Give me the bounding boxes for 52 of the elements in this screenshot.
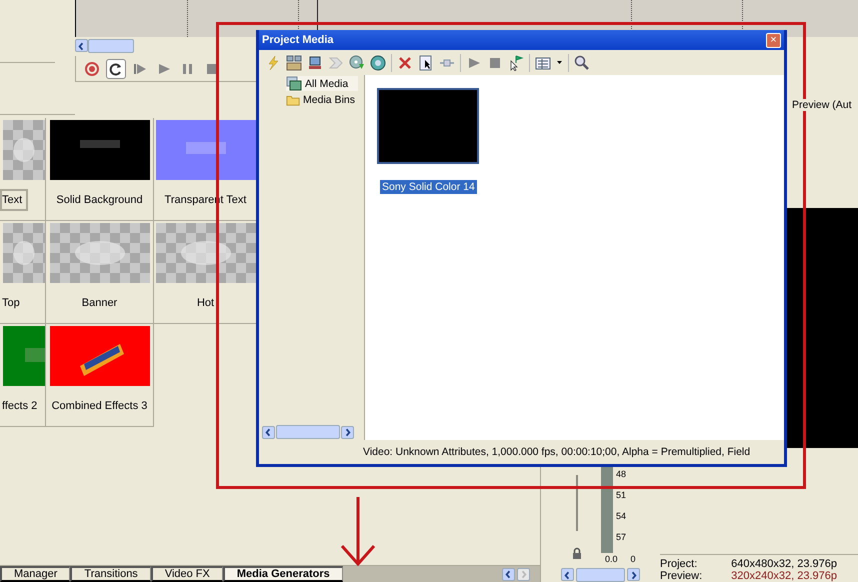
meter-tick: 51 — [616, 490, 626, 501]
record-icon — [84, 60, 100, 76]
preset-label[interactable]: Hot — [190, 292, 220, 314]
meter-reading: 0 — [630, 554, 636, 564]
status-text: Video: Unknown Attributes, 1,000.000 fps, 00:00:10;00, Alpha = Premultiplied, Field — [363, 446, 750, 458]
info-value: 320x240x32, 23.976p — [731, 570, 838, 582]
media-grid-icon[interactable] — [286, 54, 302, 70]
window-title: Project Media — [262, 34, 334, 46]
tab[interactable]: Transitions — [70, 566, 151, 582]
media-label[interactable]: Sony Solid Color 14 — [380, 180, 477, 194]
scroll-thumb[interactable] — [576, 568, 625, 582]
meter-tick: 54 — [616, 511, 626, 522]
media-thumbnail[interactable] — [377, 88, 479, 164]
delete-icon[interactable] — [397, 54, 413, 70]
scroll-left-button[interactable] — [75, 39, 88, 52]
tree-item[interactable]: All Media — [286, 76, 358, 91]
info-label: Project: — [660, 558, 698, 570]
preset-label[interactable]: Solid Background — [50, 189, 149, 211]
scroll-right-button[interactable] — [627, 568, 640, 581]
meter-tick: 48 — [616, 469, 626, 480]
search-icon[interactable] — [574, 54, 590, 70]
preset-label[interactable]: Banner — [76, 292, 124, 314]
views-icon[interactable] — [535, 54, 551, 70]
tree-item[interactable]: Media Bins — [286, 92, 358, 107]
preset-label[interactable]: ffects 2 — [0, 395, 44, 417]
scroll-left-button[interactable] — [502, 568, 515, 580]
scroll-left-button[interactable] — [262, 426, 275, 438]
scroll-thumb[interactable] — [88, 38, 134, 52]
scroll-right-button[interactable] — [341, 426, 354, 438]
disc-search-icon[interactable] — [370, 54, 386, 70]
disc-download-icon[interactable] — [349, 54, 365, 70]
preview-label: Preview (Aut — [792, 99, 852, 111]
info-label: Preview: — [660, 570, 704, 582]
arrow-icon — [340, 497, 376, 567]
lock-icon[interactable] — [572, 547, 582, 559]
info-value: 640x480x32, 23.976p — [731, 558, 838, 570]
tab[interactable]: Video FX — [150, 566, 223, 582]
preset-label[interactable]: Combined Effects 3 — [46, 395, 153, 417]
preset-label[interactable]: Top — [0, 292, 26, 314]
preset-label[interactable]: Text — [0, 189, 28, 211]
capture-icon[interactable] — [307, 54, 323, 70]
cursor-flag-icon[interactable] — [508, 54, 524, 70]
loop-icon — [108, 60, 124, 76]
scroll-left-button[interactable] — [561, 568, 574, 581]
media-icon — [286, 76, 302, 91]
meter-reading: 0.0 — [605, 554, 618, 564]
tab[interactable]: Media Generators — [222, 566, 343, 582]
meter-tick: 57 — [616, 532, 626, 543]
loop-button[interactable] — [106, 58, 126, 78]
properties-icon[interactable] — [418, 54, 434, 70]
scroll-thumb[interactable] — [276, 425, 340, 439]
tab[interactable]: Manager — [0, 566, 70, 582]
